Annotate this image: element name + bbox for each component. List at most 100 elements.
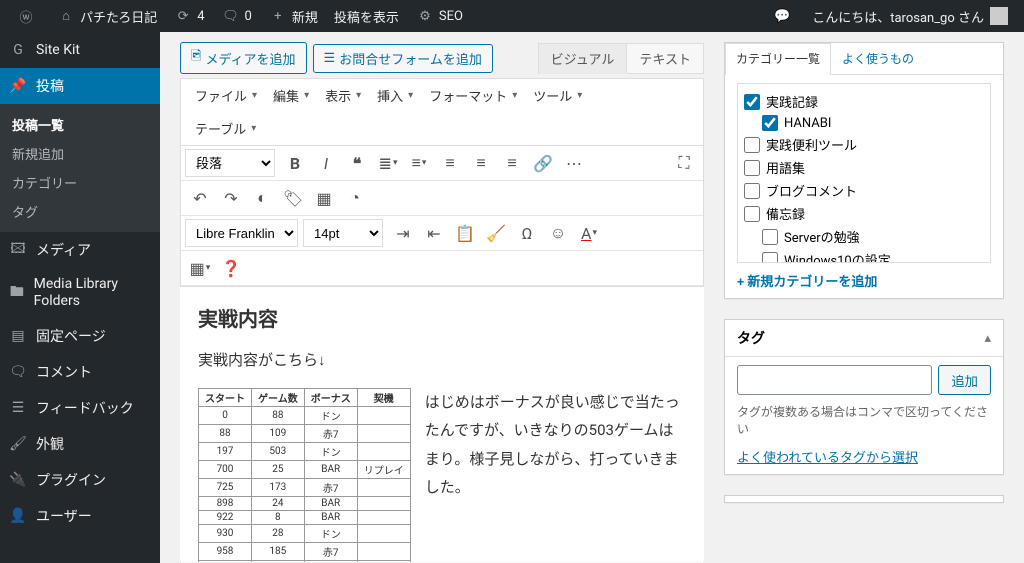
category-checkbox[interactable] <box>744 137 760 153</box>
feedback-icon: ☰ <box>8 398 28 418</box>
align-left-button[interactable]: ≡ <box>435 148 465 178</box>
italic-button[interactable]: I <box>311 148 341 178</box>
redo-button[interactable]: ↷ <box>216 183 246 213</box>
comment-icon: 🗨 <box>221 6 241 26</box>
category-checkbox[interactable] <box>762 252 778 264</box>
menu-plugins[interactable]: 🔌プラグイン <box>0 462 160 498</box>
admin-sidebar: GSite Kit 📌投稿 投稿一覧 新規追加 カテゴリー タグ 🖾メディア 🖿… <box>0 32 160 563</box>
tab-text[interactable]: テキスト <box>627 43 704 74</box>
align-center-button[interactable]: ≡ <box>466 148 496 178</box>
menu-format[interactable]: フォーマット <box>423 83 523 108</box>
table-row: 93028ドン <box>199 524 411 542</box>
category-checkbox[interactable] <box>744 160 760 176</box>
category-item[interactable]: Windows10の設定 <box>744 248 984 263</box>
font-size-select[interactable]: 14pt <box>303 219 383 247</box>
menu-feedback[interactable]: ☰フィードバック <box>0 390 160 426</box>
menu-label: Media Library Folders <box>34 276 152 310</box>
category-list[interactable]: 実践記録 HANABI 実践便利ツール用語集ブログコメント備忘録 Serverの勉強 W… <box>737 83 991 263</box>
category-checkbox[interactable] <box>762 229 778 245</box>
special-char-button[interactable]: Ω <box>512 218 542 248</box>
submenu-posts-new[interactable]: 新規追加 <box>0 139 160 168</box>
menu-comments[interactable]: 🗨コメント <box>0 354 160 390</box>
special-button[interactable]: ◐ <box>247 183 277 213</box>
menu-appearance[interactable]: 🖌外観 <box>0 426 160 462</box>
category-item[interactable]: Serverの勉強 <box>744 225 984 248</box>
tag-add-button[interactable]: 追加 <box>938 365 991 395</box>
menu-users[interactable]: 👤ユーザー <box>0 498 160 534</box>
fullscreen-button[interactable]: ⛶ <box>669 148 699 178</box>
text-color-button[interactable]: A▾ <box>574 218 604 248</box>
tag-input[interactable] <box>737 365 932 395</box>
new-content-link[interactable]: +新規 <box>260 0 326 32</box>
menu-file[interactable]: ファイル <box>189 83 263 108</box>
menu-edit[interactable]: 編集 <box>267 83 315 108</box>
menu-site-kit[interactable]: GSite Kit <box>0 32 160 68</box>
menu-table[interactable]: テーブル <box>189 116 262 141</box>
help-button[interactable]: ❓ <box>216 253 246 283</box>
bullet-list-button[interactable]: ≣▾ <box>373 148 403 178</box>
tag-cloud-link[interactable]: よく使われているタグから選択 <box>737 447 918 466</box>
submenu-posts-tags[interactable]: タグ <box>0 197 160 226</box>
outdent-button[interactable]: ⇤ <box>419 218 449 248</box>
number-list-button[interactable]: ≡▾ <box>404 148 434 178</box>
category-checkbox[interactable] <box>762 115 778 131</box>
undo-button[interactable]: ↶ <box>185 183 215 213</box>
table-row: 70025BARリプレイ <box>199 460 411 478</box>
clock-button[interactable]: ◔ <box>340 183 370 213</box>
comments-link[interactable]: 🗨0 <box>213 0 260 32</box>
template-button[interactable]: ▦ <box>309 183 339 213</box>
view-post-link[interactable]: 投稿を表示 <box>326 0 407 32</box>
align-right-button[interactable]: ≡ <box>497 148 527 178</box>
emoji-button[interactable]: ☺ <box>543 218 573 248</box>
add-category-link[interactable]: + 新規カテゴリーを追加 <box>737 271 877 290</box>
menu-media-library-folders[interactable]: 🖿Media Library Folders <box>0 268 160 318</box>
notification-bell[interactable]: 💬 <box>764 0 804 32</box>
submenu-posts-all[interactable]: 投稿一覧 <box>0 110 160 139</box>
category-item[interactable]: HANABI <box>744 113 984 133</box>
menu-media[interactable]: 🖾メディア <box>0 232 160 268</box>
format-select[interactable]: 段落 <box>185 149 275 177</box>
category-tab-popular[interactable]: よく使うもの <box>831 43 925 74</box>
category-checkbox[interactable] <box>744 94 760 110</box>
clear-format-button[interactable]: 🧹 <box>481 218 511 248</box>
category-label: Windows10の設定 <box>784 250 891 263</box>
category-item[interactable]: 用語集 <box>744 156 984 179</box>
blockquote-button[interactable]: ❝ <box>342 148 372 178</box>
category-item[interactable]: 備忘録 <box>744 202 984 225</box>
editor-menus-2: テーブル <box>180 112 704 145</box>
editor-content[interactable]: 実戦内容 実戦内容がこちら↓ スタートゲーム数ボーナス契機 088ドン88109… <box>180 287 704 562</box>
category-checkbox[interactable] <box>744 183 760 199</box>
more-button[interactable]: ⋯ <box>559 148 589 178</box>
bold-button[interactable]: B <box>280 148 310 178</box>
tag-button[interactable]: 🏷 <box>278 183 308 213</box>
updates-link[interactable]: ⟳4 <box>165 0 212 32</box>
category-label: HANABI <box>784 116 831 131</box>
paste-button[interactable]: 📋 <box>450 218 480 248</box>
submenu-posts-categories[interactable]: カテゴリー <box>0 168 160 197</box>
category-item[interactable]: ブログコメント <box>744 179 984 202</box>
category-tab-all[interactable]: カテゴリー一覧 <box>725 43 831 75</box>
category-label: Serverの勉強 <box>784 227 860 246</box>
category-item[interactable]: 実践記録 <box>744 90 984 113</box>
editor-menus: ファイル 編集 表示 挿入 フォーマット ツール <box>180 78 704 112</box>
site-name-link[interactable]: ⌂パチたろ日記 <box>48 0 165 32</box>
category-label: 実践便利ツール <box>766 135 857 154</box>
menu-insert[interactable]: 挿入 <box>371 83 419 108</box>
category-item[interactable]: 実践便利ツール <box>744 133 984 156</box>
menu-posts[interactable]: 📌投稿 <box>0 68 160 104</box>
table-button[interactable]: ▦▾ <box>185 253 215 283</box>
font-family-select[interactable]: Libre Franklin <box>185 219 298 247</box>
wp-logo[interactable]: ⓦ <box>8 0 48 32</box>
tab-visual[interactable]: ビジュアル <box>538 43 628 74</box>
account-menu[interactable]: こんにちは、tarosan_go さん <box>804 0 1016 32</box>
menu-view[interactable]: 表示 <box>319 83 367 108</box>
add-contact-form-button[interactable]: ☰ お問合せフォームを追加 <box>313 44 493 73</box>
indent-button[interactable]: ⇥ <box>388 218 418 248</box>
category-checkbox[interactable] <box>744 206 760 222</box>
add-media-button[interactable]: 🖻 メディアを追加 <box>180 42 307 74</box>
menu-tools[interactable]: ツール <box>527 83 588 108</box>
menu-pages[interactable]: ▤固定ページ <box>0 318 160 354</box>
link-button[interactable]: 🔗 <box>528 148 558 178</box>
chevron-up-icon[interactable]: ▴ <box>984 331 991 346</box>
seo-link[interactable]: ⚙SEO <box>407 0 471 32</box>
